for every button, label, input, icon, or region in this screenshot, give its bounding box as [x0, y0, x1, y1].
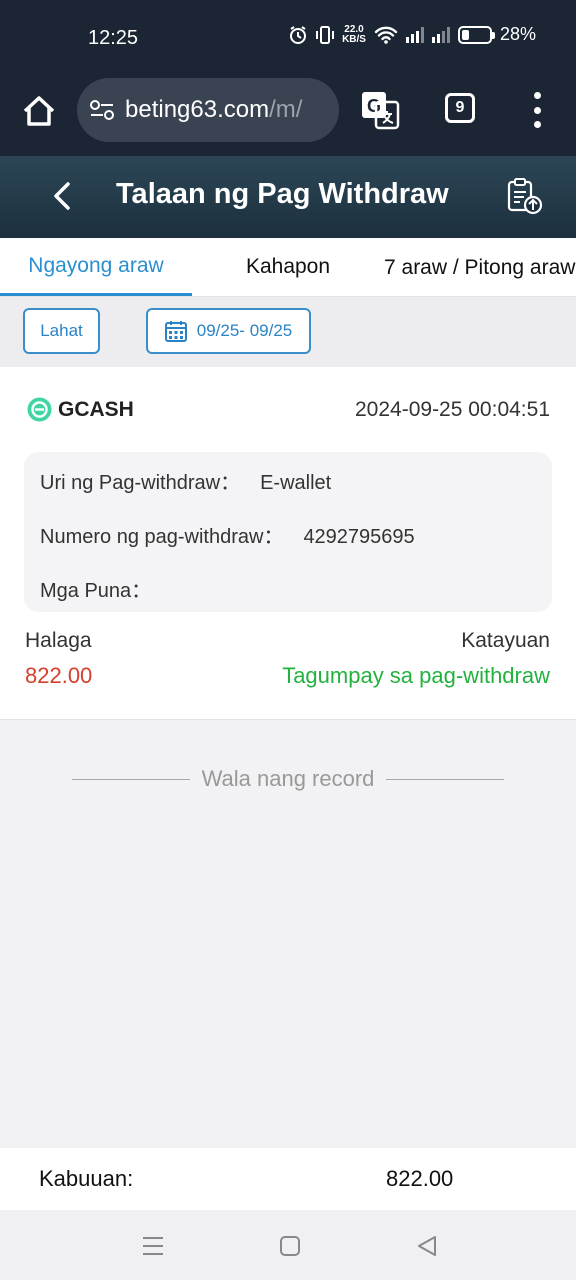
url-text: beting63.com/m/	[125, 96, 303, 123]
tab-switcher-icon[interactable]: 9	[445, 93, 475, 123]
more-menu-icon[interactable]	[528, 92, 546, 128]
withdraw-type-row: Uri ng Pag-withdraw： E-wallet	[40, 466, 331, 495]
status-time: 12:25	[88, 27, 139, 49]
amount-value: 822.00	[25, 663, 93, 688]
total-bar: Kabuuan: 822.00	[0, 1148, 576, 1210]
tab-seven-days[interactable]: 7 araw / Pitong araw	[384, 238, 576, 296]
record-datetime: 2024-09-25 00:04:51	[355, 398, 550, 421]
upload-record-icon[interactable]	[504, 176, 544, 216]
battery-percent: 28%	[499, 24, 536, 44]
nav-back-icon[interactable]	[415, 1234, 439, 1258]
signal-icon	[405, 26, 424, 43]
date-range-button[interactable]: 09/25- 09/25	[146, 308, 311, 354]
payment-method: GCASH	[27, 397, 134, 422]
back-arrow-icon[interactable]	[46, 178, 80, 214]
gcash-icon	[27, 397, 52, 422]
divider	[71, 778, 190, 780]
vibrate-icon	[316, 25, 335, 44]
withdraw-type-value: E-wallet	[260, 472, 332, 494]
total-label: Kabuuan:	[39, 1166, 134, 1191]
system-nav-bar	[0, 1210, 576, 1280]
payment-method-name: GCASH	[58, 397, 134, 421]
no-more-text: Wala nang record	[201, 766, 375, 791]
filter-bar: Lahat 09/25- 09/25	[0, 297, 576, 367]
withdraw-number-label: Numero ng pag-withdraw：	[40, 526, 284, 548]
svg-text:G: G	[367, 96, 381, 116]
home-icon[interactable]	[18, 90, 60, 132]
withdraw-number-row: Numero ng pag-withdraw： 4292795695	[40, 520, 415, 549]
withdraw-record-card[interactable]: GCASH 2024-09-25 00:04:51 Uri ng Pag-wit…	[0, 367, 576, 720]
nav-home-icon[interactable]	[278, 1234, 302, 1258]
status-value: Tagumpay sa pag-withdraw	[282, 663, 550, 688]
date-tabs: Ngayong araw Kahapon 7 araw / Pitong ara…	[0, 238, 576, 297]
address-bar[interactable]: beting63.com/m/	[77, 78, 339, 142]
date-range-text: 09/25- 09/25	[196, 321, 293, 340]
page-title: Talaan ng Pag Withdraw	[116, 178, 449, 210]
site-settings-icon[interactable]	[89, 99, 115, 121]
battery-icon	[457, 25, 495, 44]
total-value: 822.00	[386, 1166, 454, 1191]
alarm-icon	[290, 25, 307, 44]
remarks-label: Mga Puna：	[40, 580, 152, 602]
signal-icon-2	[431, 26, 450, 43]
status-label: Katayuan	[461, 629, 550, 652]
status-bar: 12:25 22.0 KB/S 28%	[0, 0, 576, 76]
page-header: Talaan ng Pag Withdraw	[0, 156, 576, 238]
translate-icon[interactable]: G	[360, 90, 400, 130]
calendar-icon	[164, 321, 187, 342]
nav-menu-icon[interactable]	[141, 1234, 165, 1258]
status-icons: 22.0 KB/S 28%	[288, 24, 536, 45]
remarks-row: Mga Puna：	[40, 574, 171, 603]
tab-yesterday[interactable]: Kahapon	[192, 238, 384, 296]
battery-fill	[461, 29, 470, 40]
divider	[386, 778, 505, 780]
record-details: Uri ng Pag-withdraw： E-wallet Numero ng p…	[24, 452, 552, 612]
amount-label: Halaga	[25, 629, 92, 652]
no-more-records: Wala nang record	[0, 764, 576, 794]
withdraw-type-label: Uri ng Pag-withdraw：	[40, 472, 241, 494]
wifi-icon	[374, 26, 398, 44]
withdraw-number-value: 4292795695	[303, 526, 415, 548]
tab-today[interactable]: Ngayong araw	[0, 238, 192, 296]
net-speed: 22.0 KB/S	[342, 23, 366, 45]
filter-all-button[interactable]: Lahat	[23, 308, 100, 354]
browser-toolbar: beting63.com/m/ G 9	[0, 76, 576, 156]
